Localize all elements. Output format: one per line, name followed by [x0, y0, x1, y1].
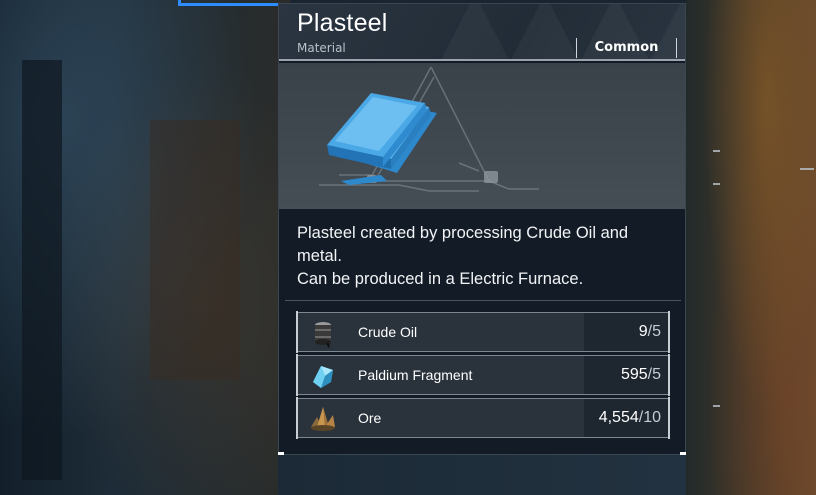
ingredient-quantity: 595/5 — [584, 356, 669, 394]
tooltip-corner — [278, 452, 284, 455]
item-category: Material — [297, 41, 346, 55]
paldium-fragment-icon — [313, 366, 333, 388]
quantity-required: /5 — [647, 323, 661, 340]
selection-corner-marker — [178, 0, 278, 6]
description-line: Can be produced in a Electric Furnace. — [297, 270, 584, 288]
edge-tick — [713, 150, 720, 152]
ingredient-name: Ore — [358, 410, 382, 426]
item-artwork — [279, 63, 685, 209]
recipe-row-ore: Ore 4,554/10 — [296, 397, 670, 439]
background-pillar — [22, 60, 62, 480]
background-bottom — [278, 455, 686, 495]
header-pattern — [509, 4, 581, 59]
item-name: Plasteel — [297, 9, 388, 37]
recipe-row-crude-oil: Crude Oil 9/5 — [296, 311, 670, 353]
description-line: metal. — [297, 247, 342, 265]
edge-tick — [713, 183, 720, 185]
ingredient-quantity: 9/5 — [584, 313, 669, 351]
background-right — [686, 0, 816, 495]
tooltip-corner — [680, 452, 686, 455]
crude-oil-icon — [315, 322, 331, 348]
quantity-owned: 595 — [620, 366, 648, 383]
background-shelf — [150, 120, 240, 380]
quantity-required: /10 — [638, 409, 661, 426]
plasteel-icon — [319, 66, 539, 192]
quantity-required: /5 — [647, 366, 661, 383]
quantity-owned: 9 — [638, 323, 648, 340]
ingredient-name: Crude Oil — [358, 324, 418, 340]
tooltip-header: Plasteel Material Common — [279, 4, 685, 61]
recipe-row-paldium-fragment: Paldium Fragment 595/5 — [296, 354, 670, 396]
edge-tick — [713, 405, 720, 407]
ore-icon — [311, 407, 335, 431]
description-line: Plasteel created by processing Crude Oil… — [297, 224, 629, 242]
edge-tick — [800, 168, 814, 170]
rarity-badge: Common — [576, 38, 677, 58]
ingredient-name: Paldium Fragment — [358, 367, 473, 383]
header-pattern — [439, 4, 511, 59]
divider — [285, 300, 681, 301]
ingredient-quantity: 4,554/10 — [584, 399, 669, 437]
item-description: Plasteel created by processing Crude Oil… — [297, 222, 669, 291]
quantity-owned: 4,554 — [598, 409, 639, 426]
item-tooltip: Plasteel Material Common Plasteel create… — [278, 3, 686, 455]
